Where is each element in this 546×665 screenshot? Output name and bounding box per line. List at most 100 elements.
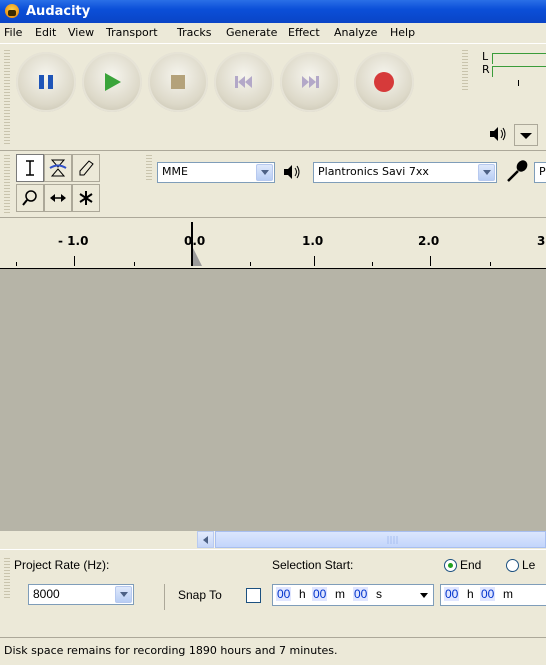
menu-help[interactable]: Help: [390, 26, 415, 39]
chevron-down-icon: [478, 164, 495, 181]
play-button[interactable]: [82, 52, 142, 112]
grip-lines-icon: [387, 536, 398, 544]
menu-transport[interactable]: Transport: [106, 26, 158, 39]
end-hours-unit: h: [467, 587, 474, 601]
recording-device-value: P: [539, 165, 546, 178]
meter-right-label: R: [482, 63, 490, 76]
playback-device-select[interactable]: Plantronics Savi 7xx: [313, 162, 497, 183]
ruler-tick: [134, 262, 135, 266]
menu-effect[interactable]: Effect: [288, 26, 320, 39]
multi-tool-button[interactable]: [72, 184, 100, 212]
end-minutes-unit: m: [503, 587, 513, 601]
tools-toolbar: MME Plantronics Savi 7xx P: [0, 151, 546, 218]
tools-grip[interactable]: [4, 155, 10, 213]
pause-button[interactable]: [16, 52, 76, 112]
meter-tick: [518, 80, 519, 86]
snap-to-label: Snap To: [178, 588, 222, 602]
meter-grip[interactable]: [462, 50, 468, 90]
i-beam-icon: [26, 160, 34, 176]
ruler-tick: [250, 262, 251, 266]
host-value: MME: [162, 165, 188, 178]
record-button[interactable]: [354, 52, 414, 112]
meter-right-bar[interactable]: [492, 66, 546, 77]
play-icon: [105, 73, 121, 91]
menu-tracks[interactable]: Tracks: [177, 26, 212, 39]
ruler-tick: [490, 262, 491, 266]
meter-toolbar: L R: [472, 50, 546, 88]
play-head-marker-icon[interactable]: [191, 248, 203, 266]
track-area[interactable]: [0, 269, 546, 531]
meter-left-bar[interactable]: [492, 53, 546, 64]
device-grip[interactable]: [146, 155, 152, 181]
asterisk-icon: [79, 191, 93, 205]
ruler-tick: [74, 256, 75, 266]
ruler-tick: [430, 256, 431, 266]
selection-toolbar: Project Rate (Hz): 8000 Snap To Selectio…: [0, 549, 546, 634]
selection-start-label: Selection Start:: [272, 558, 354, 572]
start-hours: 00: [276, 587, 292, 601]
length-radio[interactable]: [506, 559, 519, 572]
menu-view[interactable]: View: [68, 26, 94, 39]
end-radio[interactable]: [444, 559, 457, 572]
skip-to-end-icon: [302, 76, 319, 88]
project-rate-select[interactable]: 8000: [28, 584, 134, 605]
length-label: Le: [522, 558, 536, 572]
status-bar: Disk space remains for recording 1890 ho…: [0, 637, 546, 665]
start-minutes: 00: [312, 587, 328, 601]
speaker-icon: [282, 164, 304, 180]
audacity-logo-icon: [5, 4, 19, 18]
start-hours-unit: h: [299, 587, 306, 601]
ruler-label: - 1.0: [58, 234, 89, 248]
ruler-label: 3: [537, 234, 546, 248]
skip-to-start-button[interactable]: [214, 52, 274, 112]
menu-analyze[interactable]: Analyze: [334, 26, 377, 39]
magnifier-icon: [22, 190, 37, 206]
menu-generate[interactable]: Generate: [226, 26, 277, 39]
skip-to-end-button[interactable]: [280, 52, 340, 112]
ruler-label: 2.0: [418, 234, 440, 248]
timeline-ruler[interactable]: - 1.0 0.0 1.0 2.0 3: [0, 218, 546, 269]
selection-start-time[interactable]: 00 h 00 m 00 s: [272, 584, 434, 606]
selection-toolbar-grip[interactable]: [4, 558, 10, 598]
title-bar: Audacity: [0, 0, 546, 23]
pause-icon: [39, 75, 53, 89]
project-rate-value: 8000: [33, 587, 60, 601]
separator: [164, 584, 165, 610]
playback-volume-icon: [488, 126, 508, 142]
draw-tool-button[interactable]: [72, 154, 100, 182]
toolbar-grip[interactable]: [4, 50, 10, 146]
selection-tool-button[interactable]: [16, 154, 44, 182]
end-minutes: 00: [480, 587, 496, 601]
skip-to-start-icon: [235, 76, 252, 88]
scroll-thumb[interactable]: [215, 531, 546, 548]
menu-file[interactable]: File: [4, 26, 22, 39]
volume-dropdown-button[interactable]: [514, 124, 538, 146]
recording-device-select[interactable]: P: [534, 162, 546, 183]
pencil-icon: [79, 160, 94, 176]
record-icon: [374, 72, 394, 92]
chevron-down-icon: [256, 164, 273, 181]
envelope-icon: [49, 159, 67, 177]
ruler-tick: [16, 262, 17, 266]
menu-bar: File Edit View Transport Tracks Generate…: [0, 23, 546, 44]
selection-end-time[interactable]: 00 h 00 m: [440, 584, 546, 606]
menu-edit[interactable]: Edit: [35, 26, 56, 39]
ruler-label: 0.0: [184, 234, 206, 248]
end-label: End: [460, 558, 482, 572]
scroll-left-button[interactable]: [197, 531, 214, 548]
horizontal-scrollbar[interactable]: [197, 531, 546, 548]
time-format-menu-icon[interactable]: [419, 590, 429, 600]
stop-button[interactable]: [148, 52, 208, 112]
playback-device-value: Plantronics Savi 7xx: [318, 165, 429, 178]
snap-to-checkbox[interactable]: [246, 588, 261, 603]
window-title: Audacity: [26, 4, 91, 19]
envelope-tool-button[interactable]: [44, 154, 72, 182]
chevron-down-icon: [115, 586, 132, 603]
double-arrow-icon: [50, 194, 66, 202]
end-hours: 00: [444, 587, 460, 601]
meter-left-label: L: [482, 50, 489, 63]
zoom-tool-button[interactable]: [16, 184, 44, 212]
time-shift-tool-button[interactable]: [44, 184, 72, 212]
host-select[interactable]: MME: [157, 162, 275, 183]
start-seconds-unit: s: [376, 587, 382, 601]
